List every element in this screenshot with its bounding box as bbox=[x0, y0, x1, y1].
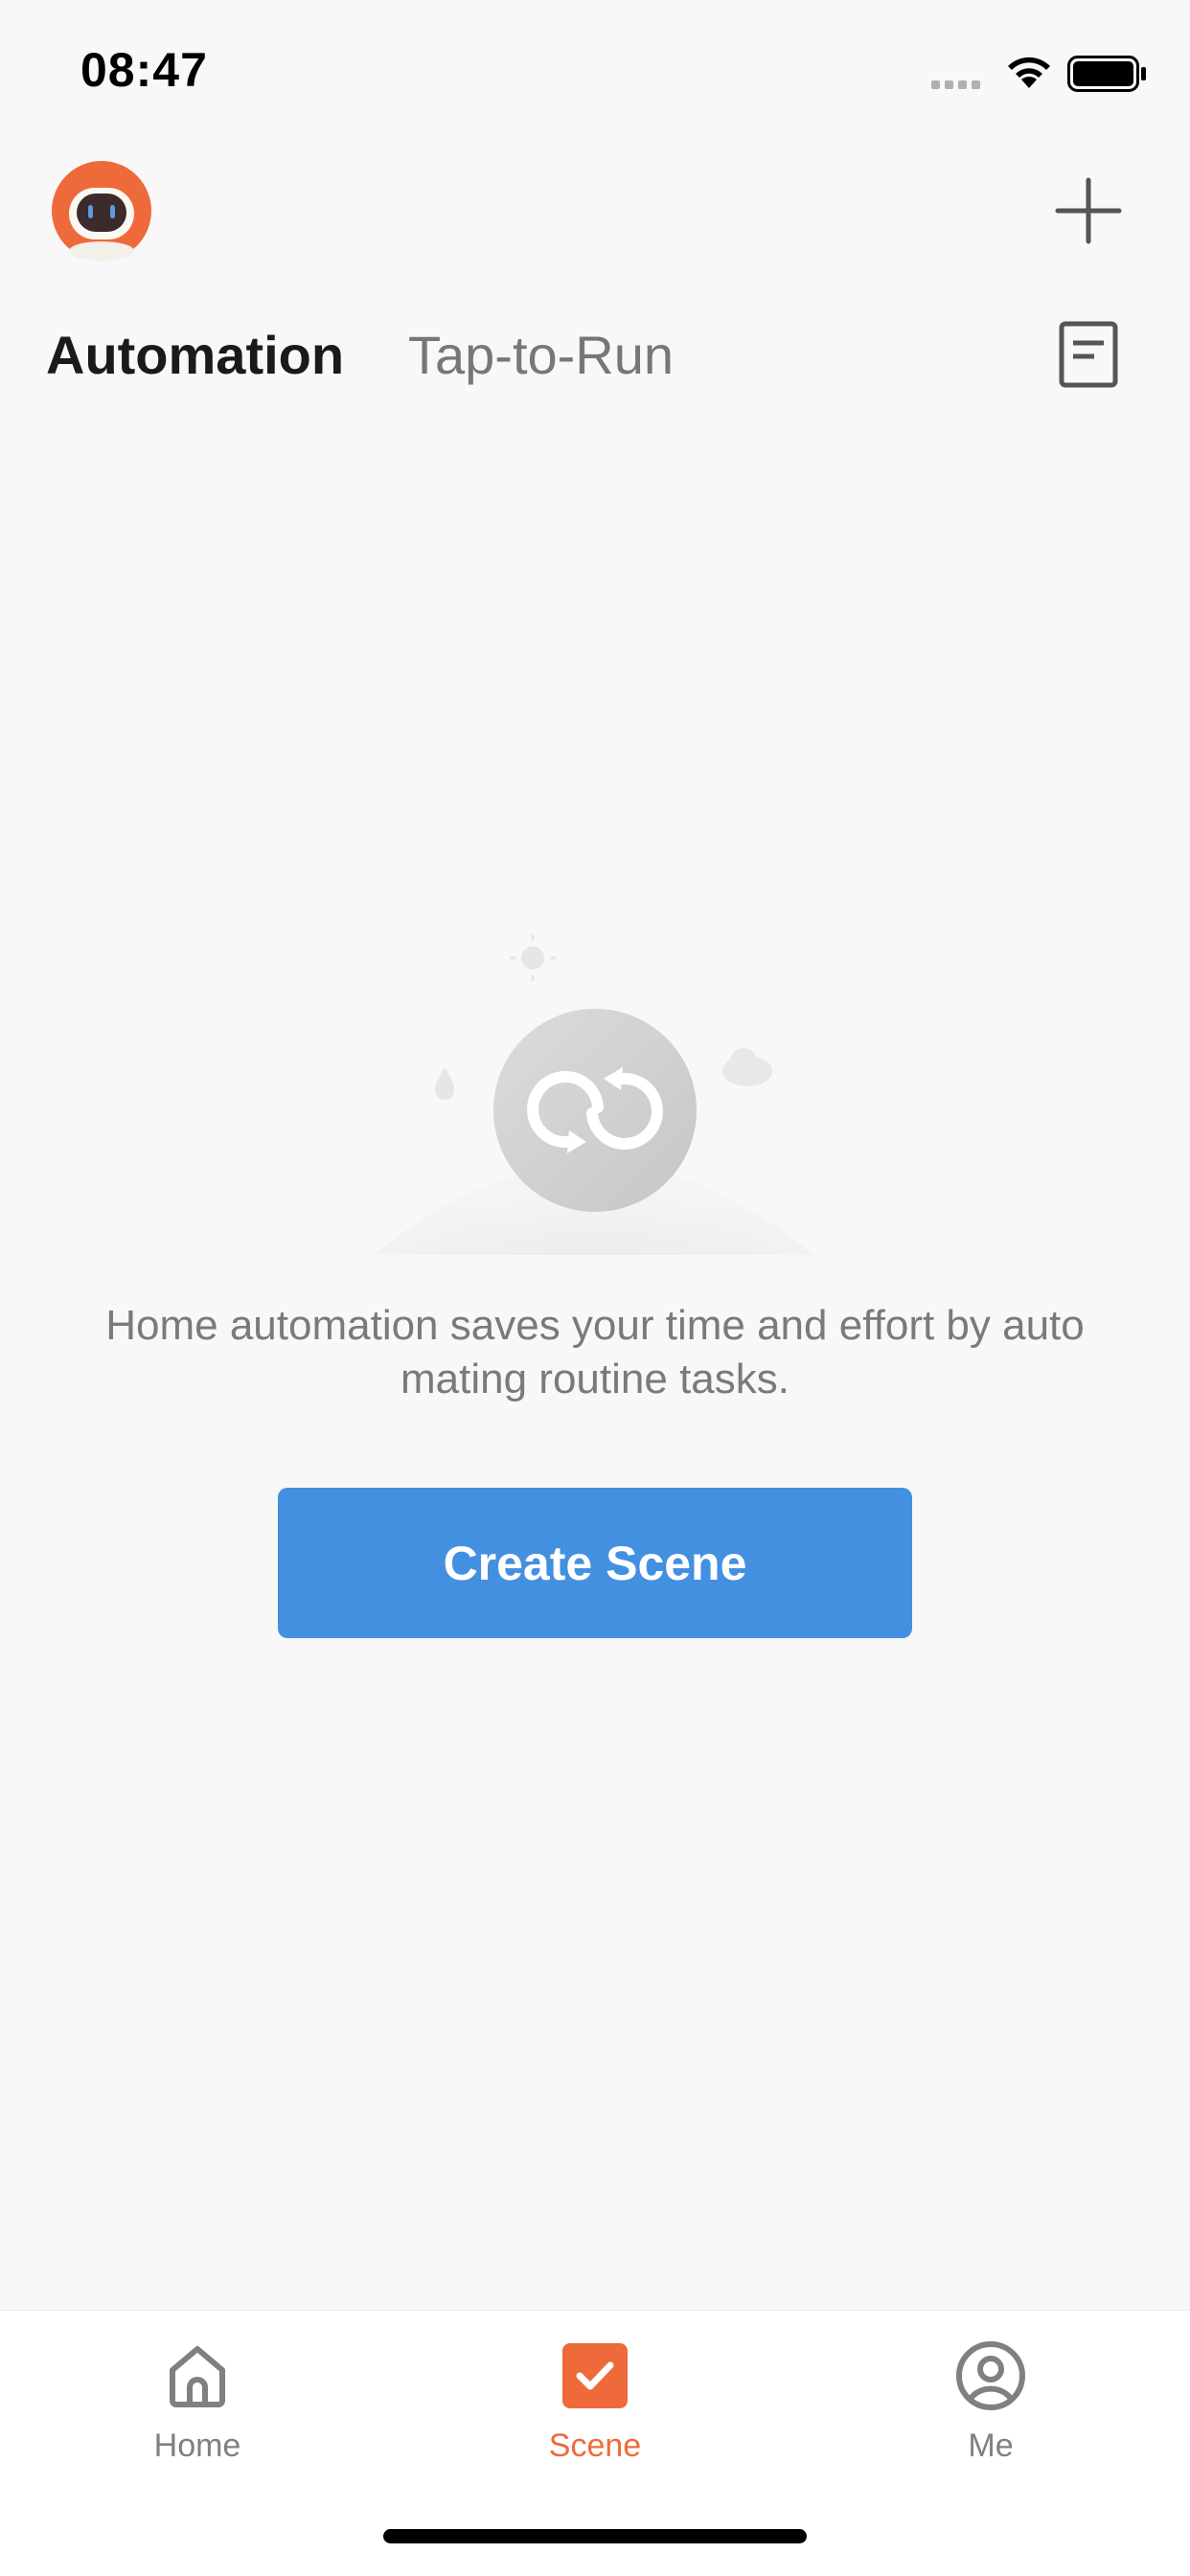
robot-avatar-icon[interactable] bbox=[50, 159, 153, 262]
log-document-icon[interactable] bbox=[1050, 316, 1127, 393]
status-bar: 08:47 bbox=[0, 0, 1190, 144]
nav-home[interactable]: Home bbox=[92, 2337, 303, 2481]
empty-state-line-2: mating routine tasks. bbox=[400, 1356, 790, 1402]
status-time: 08:47 bbox=[80, 43, 208, 97]
nav-scene[interactable]: Scene bbox=[490, 2337, 700, 2481]
automation-loop-icon bbox=[374, 935, 814, 1255]
nav-me-label: Me bbox=[968, 2428, 1014, 2464]
home-indicator bbox=[383, 2529, 807, 2543]
wifi-icon bbox=[1008, 57, 1050, 88]
tab-tap-to-run[interactable]: Tap-to-Run bbox=[408, 324, 674, 386]
scene-check-icon bbox=[562, 2343, 628, 2408]
cellular-signal-icon bbox=[931, 77, 989, 90]
empty-state-message: Home automation saves your time and effo… bbox=[38, 1299, 1152, 1406]
home-icon bbox=[170, 2346, 225, 2407]
nav-scene-label: Scene bbox=[548, 2428, 642, 2464]
nav-me[interactable]: Me bbox=[885, 2337, 1096, 2481]
battery-icon bbox=[1067, 56, 1146, 92]
nav-home-label: Home bbox=[153, 2428, 241, 2464]
profile-icon bbox=[956, 2341, 1025, 2410]
create-scene-button[interactable]: Create Scene bbox=[278, 1488, 912, 1638]
tab-automation[interactable]: Automation bbox=[46, 324, 344, 386]
empty-state-line-1: Home automation saves your time and effo… bbox=[105, 1302, 1085, 1349]
plus-icon[interactable] bbox=[1050, 172, 1127, 249]
